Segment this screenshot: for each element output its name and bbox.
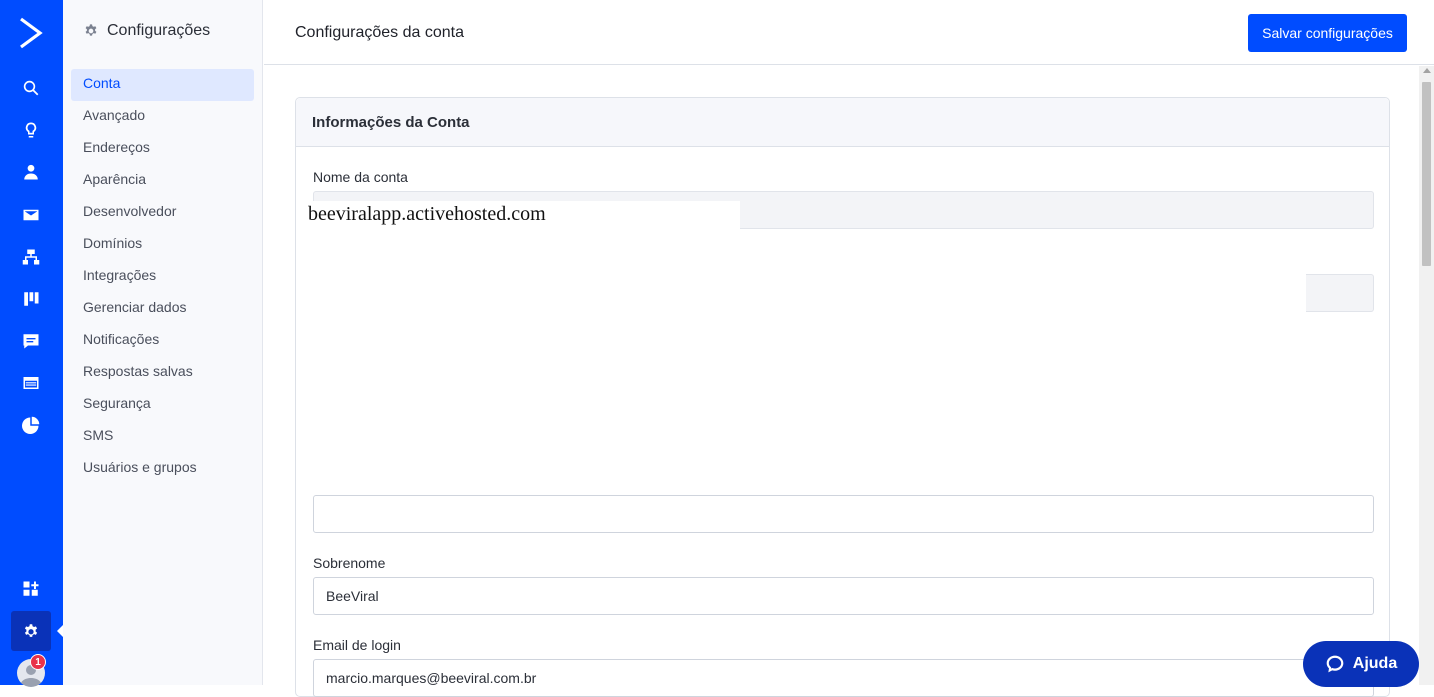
sidebar-item-desenvolvedor[interactable]: Desenvolvedor bbox=[71, 197, 254, 229]
sidebar-item-respostas-salvas[interactable]: Respostas salvas bbox=[71, 357, 254, 389]
sidebar-item-enderecos[interactable]: Endereços bbox=[71, 133, 254, 165]
chat-bubble-icon bbox=[1326, 655, 1344, 673]
email-icon[interactable] bbox=[19, 203, 43, 227]
deals-pipeline-icon[interactable] bbox=[19, 287, 43, 311]
sidebar-item-aparencia[interactable]: Aparência bbox=[71, 165, 254, 197]
account-name-value: beeviralapp.activehosted.com bbox=[306, 201, 740, 239]
lightbulb-icon[interactable] bbox=[19, 118, 43, 142]
sidebar-menu: Conta Avançado Endereços Aparência Desen… bbox=[71, 69, 254, 485]
page-header: Configurações da conta Salvar configuraç… bbox=[264, 0, 1434, 65]
sidebar-item-conta[interactable]: Conta bbox=[71, 69, 254, 101]
card-title: Informações da Conta bbox=[296, 98, 1389, 147]
gear-icon bbox=[85, 24, 97, 36]
conversations-icon[interactable] bbox=[19, 329, 43, 353]
page-title: Configurações da conta bbox=[295, 24, 464, 41]
search-icon[interactable] bbox=[19, 76, 43, 100]
automations-icon[interactable] bbox=[19, 245, 43, 269]
readonly-field-fragment bbox=[1306, 274, 1374, 312]
login-email-label: Email de login bbox=[313, 637, 401, 653]
sidebar-item-usuarios-grupos[interactable]: Usuários e grupos bbox=[71, 453, 254, 485]
login-email-input[interactable] bbox=[313, 659, 1374, 697]
sidebar-item-integracoes[interactable]: Integrações bbox=[71, 261, 254, 293]
logo-icon[interactable] bbox=[18, 16, 44, 50]
main-content: Configurações da conta Salvar configuraç… bbox=[264, 0, 1434, 697]
sidebar-item-seguranca[interactable]: Segurança bbox=[71, 389, 254, 421]
lastname-input[interactable] bbox=[313, 577, 1374, 615]
account-info-card: Informações da Conta Nome da conta beevi… bbox=[295, 97, 1390, 697]
scroll-up-arrow-icon[interactable] bbox=[1423, 68, 1431, 73]
sidebar-item-dominios[interactable]: Domínios bbox=[71, 229, 254, 261]
lastname-label: Sobrenome bbox=[313, 555, 386, 571]
settings-icon[interactable] bbox=[19, 619, 43, 643]
site-icon[interactable] bbox=[19, 371, 43, 395]
contacts-icon[interactable] bbox=[19, 160, 43, 184]
scrollbar-thumb[interactable] bbox=[1422, 82, 1431, 266]
sidebar-item-sms[interactable]: SMS bbox=[71, 421, 254, 453]
help-button[interactable]: Ajuda bbox=[1303, 641, 1419, 687]
sidebar-item-notificacoes[interactable]: Notificações bbox=[71, 325, 254, 357]
apps-icon[interactable] bbox=[19, 577, 43, 601]
sidebar-header: Configurações bbox=[83, 22, 210, 40]
account-name-label: Nome da conta bbox=[313, 169, 408, 185]
reports-icon[interactable] bbox=[19, 413, 43, 437]
sidebar-title: Configurações bbox=[107, 22, 211, 39]
help-label: Ajuda bbox=[1352, 655, 1398, 672]
settings-sidebar: Configurações Conta Avançado Endereços A… bbox=[63, 0, 263, 685]
sidebar-item-gerenciar-dados[interactable]: Gerenciar dados bbox=[71, 293, 254, 325]
notification-badge: 1 bbox=[30, 654, 46, 670]
firstname-field[interactable] bbox=[313, 495, 1374, 533]
sidebar-item-avancado[interactable]: Avançado bbox=[71, 101, 254, 133]
global-nav-rail: 1 bbox=[0, 0, 64, 687]
save-settings-button[interactable]: Salvar configurações bbox=[1248, 14, 1407, 52]
